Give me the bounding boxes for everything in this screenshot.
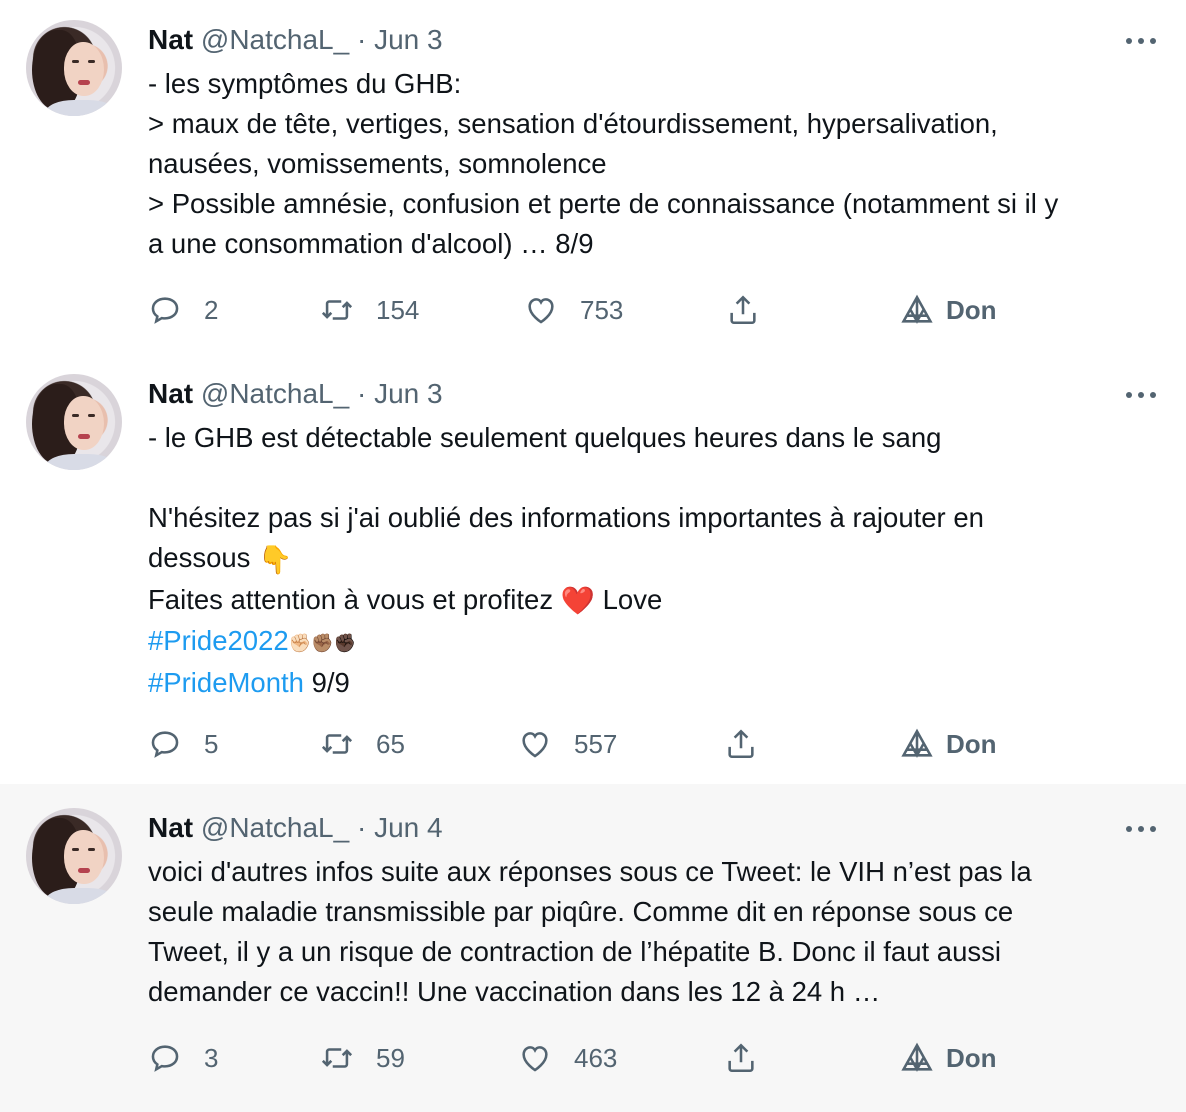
avatar[interactable] — [26, 20, 122, 116]
retweet-icon — [321, 734, 353, 754]
tweet-line: demander ce vaccin!! Une vaccination dan… — [148, 976, 881, 1007]
tweet-line: dessous — [148, 542, 251, 573]
author-name[interactable]: Nat — [148, 812, 193, 843]
tweet-line: N'hésitez pas si j'ai oublié des informa… — [148, 502, 984, 533]
author-handle[interactable]: @NatchaL_ — [201, 378, 349, 409]
reply-count: 3 — [204, 1042, 219, 1073]
reply-count: 2 — [204, 294, 219, 325]
retweet-icon — [321, 300, 353, 320]
share-icon — [728, 729, 754, 759]
tweet-actions: 2 154 753 Don — [0, 290, 1186, 330]
avatar[interactable] — [26, 374, 122, 470]
tweet-line: Love — [602, 583, 663, 615]
brave-triangle-icon — [901, 294, 933, 324]
reply-button[interactable]: 2 — [148, 290, 218, 330]
more-icon[interactable] — [1126, 389, 1156, 401]
reply-count: 5 — [204, 728, 219, 759]
tweet-date[interactable]: Jun 4 — [374, 812, 443, 843]
tweet-header: Nat @NatchaL_ · Jun 3 — [148, 376, 443, 412]
like-button[interactable]: 753 — [524, 290, 623, 330]
raised-fists-emoji: ✊🏻✊🏽✊🏿 — [288, 633, 356, 654]
don-label: Don — [946, 294, 997, 325]
tweet-line: Faites attention à vous et profitez — [148, 583, 554, 615]
brave-triangle-icon — [901, 1042, 933, 1072]
hashtag-link[interactable]: #Pride2022 — [148, 625, 289, 656]
tweet[interactable]: Nat @NatchaL_ · Jun 4 voici d'autres inf… — [0, 784, 1186, 1112]
tweet-header: Nat @NatchaL_ · Jun 4 — [148, 810, 443, 846]
don-label: Don — [946, 728, 997, 759]
don-button[interactable]: Don — [900, 290, 997, 330]
tweet-date[interactable]: Jun 3 — [374, 378, 443, 409]
tweet-text: - le GHB est détectable seulement quelqu… — [148, 418, 1158, 703]
retweet-icon — [321, 1048, 353, 1068]
reply-icon — [151, 731, 179, 758]
like-icon — [528, 298, 554, 324]
share-button[interactable] — [724, 1038, 758, 1078]
tweet-line: Tweet, il y a un risque de contraction d… — [148, 936, 1001, 967]
author-handle[interactable]: @NatchaL_ — [201, 812, 349, 843]
pointing-down-emoji: 👇 — [258, 543, 293, 575]
like-count: 557 — [574, 728, 618, 759]
tweet-text: - les symptômes du GHB: > maux de tête, … — [148, 64, 1158, 264]
tweet-actions: 5 65 557 Don — [0, 724, 1186, 764]
author-handle[interactable]: @NatchaL_ — [201, 24, 349, 55]
tweet-line: nausées, vomissements, somnolence — [148, 148, 607, 179]
author-name[interactable]: Nat — [148, 24, 193, 55]
like-count: 463 — [574, 1042, 618, 1073]
tweet-line: seule maladie transmissible par piqûre. … — [148, 896, 1014, 927]
more-icon[interactable] — [1126, 823, 1156, 835]
retweet-button[interactable]: 59 — [320, 1038, 405, 1078]
retweet-button[interactable]: 65 — [320, 724, 405, 764]
don-button[interactable]: Don — [900, 724, 997, 764]
like-button[interactable]: 557 — [518, 724, 617, 764]
hashtag-link[interactable]: #PrideMonth — [148, 667, 304, 698]
author-name[interactable]: Nat — [148, 378, 193, 409]
tweet-line: > Possible amnésie, confusion et perte d… — [148, 188, 1059, 219]
retweet-button[interactable]: 154 — [320, 290, 419, 330]
separator: · — [356, 24, 367, 55]
tweet-date[interactable]: Jun 3 — [374, 24, 443, 55]
separator: · — [356, 378, 367, 409]
reply-button[interactable]: 3 — [148, 1038, 218, 1078]
don-label: Don — [946, 1042, 997, 1073]
tweet-line: a une consommation d'alcool) … 8/9 — [148, 228, 594, 259]
like-icon — [522, 732, 548, 758]
tweet-line: - le GHB est détectable seulement quelqu… — [148, 422, 942, 453]
tweet-line: - les symptômes du GHB: — [148, 68, 462, 99]
reply-icon — [151, 1045, 179, 1072]
share-icon — [728, 1043, 754, 1073]
heart-emoji: ❤️ — [560, 585, 595, 617]
more-icon[interactable] — [1126, 35, 1156, 47]
like-icon — [522, 1046, 548, 1072]
thread-counter: 9/9 — [311, 667, 350, 699]
share-icon — [730, 295, 756, 325]
brave-triangle-icon — [901, 728, 933, 758]
tweet[interactable]: Nat @NatchaL_ · Jun 3 - le GHB est détec… — [0, 350, 1186, 784]
retweet-count: 65 — [376, 728, 405, 759]
separator: · — [356, 812, 367, 843]
reply-icon — [151, 297, 179, 324]
tweet-text: voici d'autres infos suite aux réponses … — [148, 852, 1158, 1012]
like-count: 753 — [580, 294, 624, 325]
like-button[interactable]: 463 — [518, 1038, 617, 1078]
don-button[interactable]: Don — [900, 1038, 997, 1078]
share-button[interactable] — [726, 290, 760, 330]
tweet[interactable]: Nat @NatchaL_ · Jun 3 - les symptômes du… — [0, 0, 1186, 350]
avatar[interactable] — [26, 808, 122, 904]
share-button[interactable] — [724, 724, 758, 764]
retweet-count: 154 — [376, 294, 420, 325]
tweet-line: > maux de tête, vertiges, sensation d'ét… — [148, 108, 998, 139]
retweet-count: 59 — [376, 1042, 405, 1073]
tweet-line: voici d'autres infos suite aux réponses … — [148, 856, 1032, 887]
tweet-actions: 3 59 463 Don — [0, 1038, 1186, 1078]
tweet-header: Nat @NatchaL_ · Jun 3 — [148, 22, 443, 58]
reply-button[interactable]: 5 — [148, 724, 218, 764]
